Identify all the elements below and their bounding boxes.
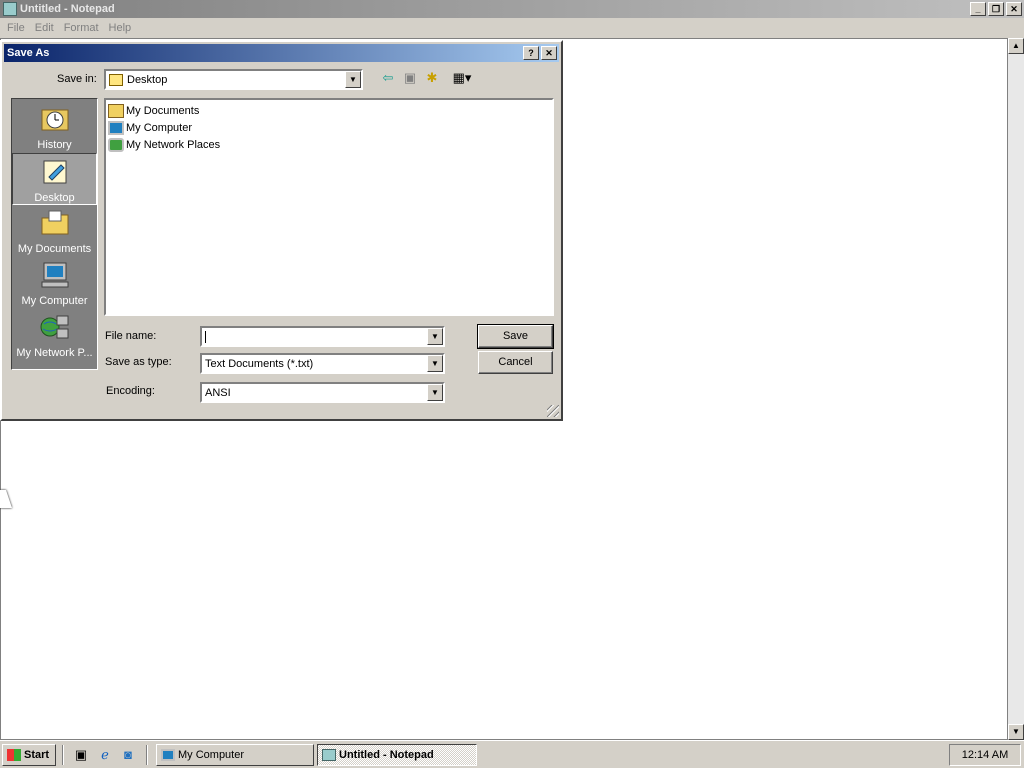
file-name-field[interactable]: ▼ [200, 326, 445, 347]
taskbar: Start ▣ ℯ ◙ My Computer Untitled - Notep… [0, 740, 1024, 768]
scroll-up-arrow-icon[interactable]: ▲ [1008, 38, 1024, 54]
start-label: Start [24, 749, 50, 761]
show-desktop-icon[interactable]: ▣ [72, 747, 90, 763]
menu-bar: File Edit Format Help [0, 18, 1024, 38]
computer-icon [108, 120, 124, 135]
menu-format[interactable]: Format [59, 22, 104, 34]
close-button[interactable]: ✕ [1006, 2, 1022, 16]
taskbar-separator [146, 745, 148, 765]
help-button[interactable]: ? [523, 46, 539, 60]
chevron-down-icon[interactable]: ▼ [427, 384, 443, 401]
place-history[interactable]: History [12, 101, 97, 153]
file-name: My Network Places [126, 138, 221, 151]
task-my-computer[interactable]: My Computer [156, 744, 314, 766]
menu-edit[interactable]: Edit [30, 22, 59, 34]
file-name-label: File name: [105, 330, 157, 342]
place-my-computer[interactable]: My Computer [12, 257, 97, 309]
place-my-documents[interactable]: My Documents [12, 205, 97, 257]
place-label: My Computer [21, 295, 88, 307]
file-name: My Documents [126, 104, 200, 117]
task-label: My Computer [178, 749, 245, 761]
chevron-down-icon[interactable]: ▼ [427, 355, 443, 372]
internet-explorer-icon[interactable]: ℯ [96, 747, 114, 763]
save-as-type-value: Text Documents (*.txt) [205, 357, 314, 370]
scroll-down-arrow-icon[interactable]: ▼ [1008, 724, 1024, 740]
restore-button[interactable]: ❐ [988, 2, 1004, 16]
cancel-button[interactable]: Cancel [478, 351, 553, 374]
place-label: Desktop [34, 192, 75, 204]
file-name: My Computer [126, 121, 193, 134]
folder-icon [108, 103, 124, 118]
dialog-title: Save As [7, 47, 50, 59]
place-label: My Documents [17, 243, 92, 255]
back-arrow-icon[interactable]: ⇦ [378, 69, 398, 87]
notepad-icon [322, 749, 336, 761]
save-as-dialog: Save As ? ✕ Save in: Desktop ▼ ⇦ ▣ ✱ ▦▾ … [0, 40, 563, 421]
save-in-label: Save in: [57, 73, 97, 85]
new-folder-icon[interactable]: ✱ [422, 69, 442, 87]
windows-logo-icon [7, 749, 21, 761]
minimize-button[interactable]: _ [970, 2, 986, 16]
taskbar-separator [62, 745, 64, 765]
file-list[interactable]: My Documents My Computer My Network Plac… [104, 98, 554, 316]
save-button[interactable]: Save [477, 324, 554, 349]
places-bar: History Desktop My Documents My Computer [11, 98, 98, 370]
place-network-places[interactable]: My Network P... [12, 309, 97, 361]
encoding-dropdown[interactable]: ANSI ▼ [200, 382, 445, 403]
task-label: Untitled - Notepad [339, 749, 434, 761]
chevron-down-icon[interactable]: ▼ [345, 71, 361, 88]
dialog-close-button[interactable]: ✕ [541, 46, 557, 60]
list-item[interactable]: My Computer [108, 119, 550, 136]
place-desktop[interactable]: Desktop [12, 153, 97, 205]
save-in-dropdown[interactable]: Desktop ▼ [104, 69, 363, 90]
history-icon [41, 109, 68, 131]
vertical-scrollbar[interactable]: ▲ ▼ [1008, 38, 1024, 740]
task-notepad[interactable]: Untitled - Notepad [317, 744, 477, 766]
text-caret [205, 330, 206, 343]
save-as-type-dropdown[interactable]: Text Documents (*.txt) ▼ [200, 353, 445, 374]
desktop-small-icon [109, 73, 123, 86]
computer-icon [161, 749, 175, 761]
window-title: Untitled - Notepad [20, 3, 115, 15]
notepad-icon [3, 2, 17, 16]
my-documents-icon [41, 210, 68, 235]
system-tray-clock[interactable]: 12:14 AM [949, 744, 1021, 766]
save-in-value: Desktop [127, 73, 168, 86]
place-label: My Network P... [16, 347, 93, 359]
list-item[interactable]: My Network Places [108, 136, 550, 153]
menu-file[interactable]: File [2, 22, 30, 34]
network-icon [108, 137, 124, 152]
list-item[interactable]: My Documents [108, 102, 550, 119]
view-menu-icon[interactable]: ▦▾ [448, 69, 476, 87]
menu-help[interactable]: Help [104, 22, 137, 34]
resize-grip-icon[interactable] [547, 405, 559, 417]
up-folder-icon[interactable]: ▣ [400, 69, 420, 87]
encoding-label: Encoding: [106, 385, 155, 397]
dialog-title-bar[interactable]: Save As ? ✕ [4, 44, 559, 62]
place-label: History [37, 139, 72, 151]
chevron-down-icon[interactable]: ▼ [427, 328, 443, 345]
network-places-icon [40, 315, 68, 339]
notepad-title-bar[interactable]: Untitled - Notepad _ ❐ ✕ [0, 0, 1024, 18]
media-player-icon[interactable]: ◙ [119, 747, 137, 763]
save-as-type-label: Save as type: [105, 356, 172, 368]
my-computer-icon [41, 262, 68, 288]
encoding-value: ANSI [205, 386, 231, 399]
desktop-icon [43, 160, 66, 184]
mouse-pointer-icon [0, 490, 12, 508]
start-button[interactable]: Start [2, 744, 56, 766]
